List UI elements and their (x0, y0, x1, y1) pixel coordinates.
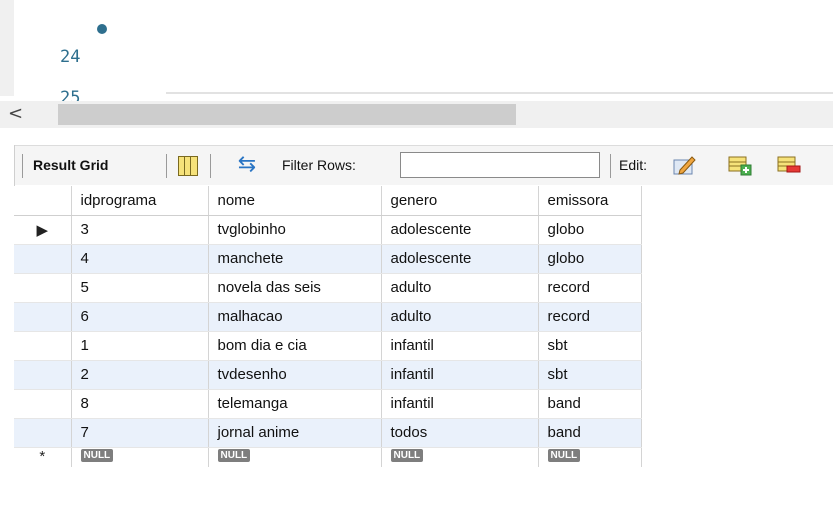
table-row[interactable]: 4 manchete adolescente globo (14, 244, 642, 274)
result-table[interactable]: idprograma nome genero emissora ▶ 3 tvglob… (14, 186, 642, 467)
table-row[interactable]: ▶ 3 tvglobinho adolescente globo (14, 215, 642, 245)
cell-emissora[interactable]: globo (538, 215, 642, 245)
sql-editor[interactable]: 24 select * from programa where emissora… (0, 0, 833, 123)
cell-genero[interactable]: adulto (381, 273, 539, 303)
toolbar-separator (22, 154, 23, 178)
cell-genero[interactable]: adolescente (381, 215, 539, 245)
table-row[interactable]: 1 bom dia e cia infantil sbt (14, 331, 642, 361)
cell-nome[interactable]: jornal anime (208, 418, 382, 448)
cell-genero[interactable]: infantil (381, 360, 539, 390)
cell-idprograma[interactable]: 3 (71, 215, 209, 245)
edit-pencil-icon[interactable] (672, 154, 696, 176)
toolbar-separator (610, 154, 611, 178)
cell-nome[interactable]: novela das seis (208, 273, 382, 303)
result-grid[interactable]: idprograma nome genero emissora ▶ 3 tvglob… (14, 186, 833, 522)
table-row[interactable]: 2 tvdesenho infantil sbt (14, 360, 642, 390)
column-header-emissora[interactable]: emissora (538, 186, 642, 216)
null-cell-idprograma[interactable]: NULL (71, 447, 209, 467)
scrollbar-thumb[interactable] (58, 104, 516, 125)
cell-idprograma[interactable]: 8 (71, 389, 209, 419)
null-cell-emissora[interactable]: NULL (538, 447, 642, 467)
cell-idprograma[interactable]: 7 (71, 418, 209, 448)
table-row[interactable]: 5 novela das seis adulto record (14, 273, 642, 303)
result-grid-tab[interactable]: Result Grid (33, 157, 108, 173)
column-header-genero[interactable]: genero (381, 186, 539, 216)
cell-emissora[interactable]: globo (538, 244, 642, 274)
cell-nome[interactable]: tvglobinho (208, 215, 382, 245)
row-header[interactable] (14, 331, 72, 361)
statement-marker-icon (97, 24, 107, 34)
row-header[interactable] (14, 360, 72, 390)
row-header[interactable] (14, 273, 72, 303)
cell-genero[interactable]: adulto (381, 302, 539, 332)
toolbar-separator (166, 154, 167, 178)
editor-line-24[interactable]: 24 select * from programa where emissora… (0, 15, 645, 123)
filter-rows-label: Filter Rows: (282, 157, 356, 173)
line-number: 24 (60, 47, 81, 67)
refresh-icon[interactable]: ⇆ (234, 152, 260, 178)
delete-row-icon[interactable] (777, 154, 801, 176)
result-toolbar: Result Grid ⇆ Filter Rows: Edit: (14, 145, 833, 185)
edit-label: Edit: (619, 157, 648, 173)
row-header[interactable] (14, 244, 72, 274)
cell-emissora[interactable]: band (538, 389, 642, 419)
filter-rows-input[interactable] (400, 152, 600, 178)
cell-nome[interactable]: bom dia e cia (208, 331, 382, 361)
grid-layout-icon[interactable] (178, 156, 198, 176)
cell-nome[interactable]: telemanga (208, 389, 382, 419)
cell-nome[interactable]: malhacao (208, 302, 382, 332)
cell-genero[interactable]: todos (381, 418, 539, 448)
column-header-idprograma[interactable]: idprograma (71, 186, 209, 216)
row-header-corner (14, 186, 72, 216)
cell-emissora[interactable]: sbt (538, 331, 642, 361)
cell-emissora[interactable]: sbt (538, 360, 642, 390)
horizontal-scrollbar[interactable]: < (0, 101, 833, 128)
editor-divider (166, 92, 833, 94)
table-row[interactable]: 7 jornal anime todos band (14, 418, 642, 448)
null-cell-genero[interactable]: NULL (381, 447, 539, 467)
cell-emissora[interactable]: band (538, 418, 642, 448)
null-badge: NULL (547, 448, 581, 462)
cell-genero[interactable]: adolescente (381, 244, 539, 274)
cell-emissora[interactable]: record (538, 273, 642, 303)
header-row: idprograma nome genero emissora (14, 186, 642, 216)
current-row-marker-icon[interactable]: ▶ (14, 215, 72, 245)
null-badge: NULL (390, 448, 424, 462)
new-row-marker: * (14, 447, 72, 467)
new-row[interactable]: * NULL NULL NULL NULL (14, 447, 642, 467)
add-row-icon[interactable] (728, 154, 752, 176)
null-cell-nome[interactable]: NULL (208, 447, 382, 467)
cell-emissora[interactable]: record (538, 302, 642, 332)
cell-idprograma[interactable]: 1 (71, 331, 209, 361)
cell-nome[interactable]: tvdesenho (208, 360, 382, 390)
cell-genero[interactable]: infantil (381, 389, 539, 419)
row-header[interactable] (14, 389, 72, 419)
cell-idprograma[interactable]: 2 (71, 360, 209, 390)
cell-nome[interactable]: manchete (208, 244, 382, 274)
cell-idprograma[interactable]: 6 (71, 302, 209, 332)
cell-idprograma[interactable]: 4 (71, 244, 209, 274)
column-header-nome[interactable]: nome (208, 186, 382, 216)
table-row[interactable]: 8 telemanga infantil band (14, 389, 642, 419)
row-header[interactable] (14, 302, 72, 332)
null-badge: NULL (217, 448, 251, 462)
editor-line-25[interactable]: 25 (0, 56, 80, 108)
scroll-left-arrow-icon[interactable]: < (8, 103, 23, 125)
cell-genero[interactable]: infantil (381, 331, 539, 361)
toolbar-separator (210, 154, 211, 178)
row-header[interactable] (14, 418, 72, 448)
table-row[interactable]: 6 malhacao adulto record (14, 302, 642, 332)
null-badge: NULL (80, 448, 114, 462)
cell-idprograma[interactable]: 5 (71, 273, 209, 303)
